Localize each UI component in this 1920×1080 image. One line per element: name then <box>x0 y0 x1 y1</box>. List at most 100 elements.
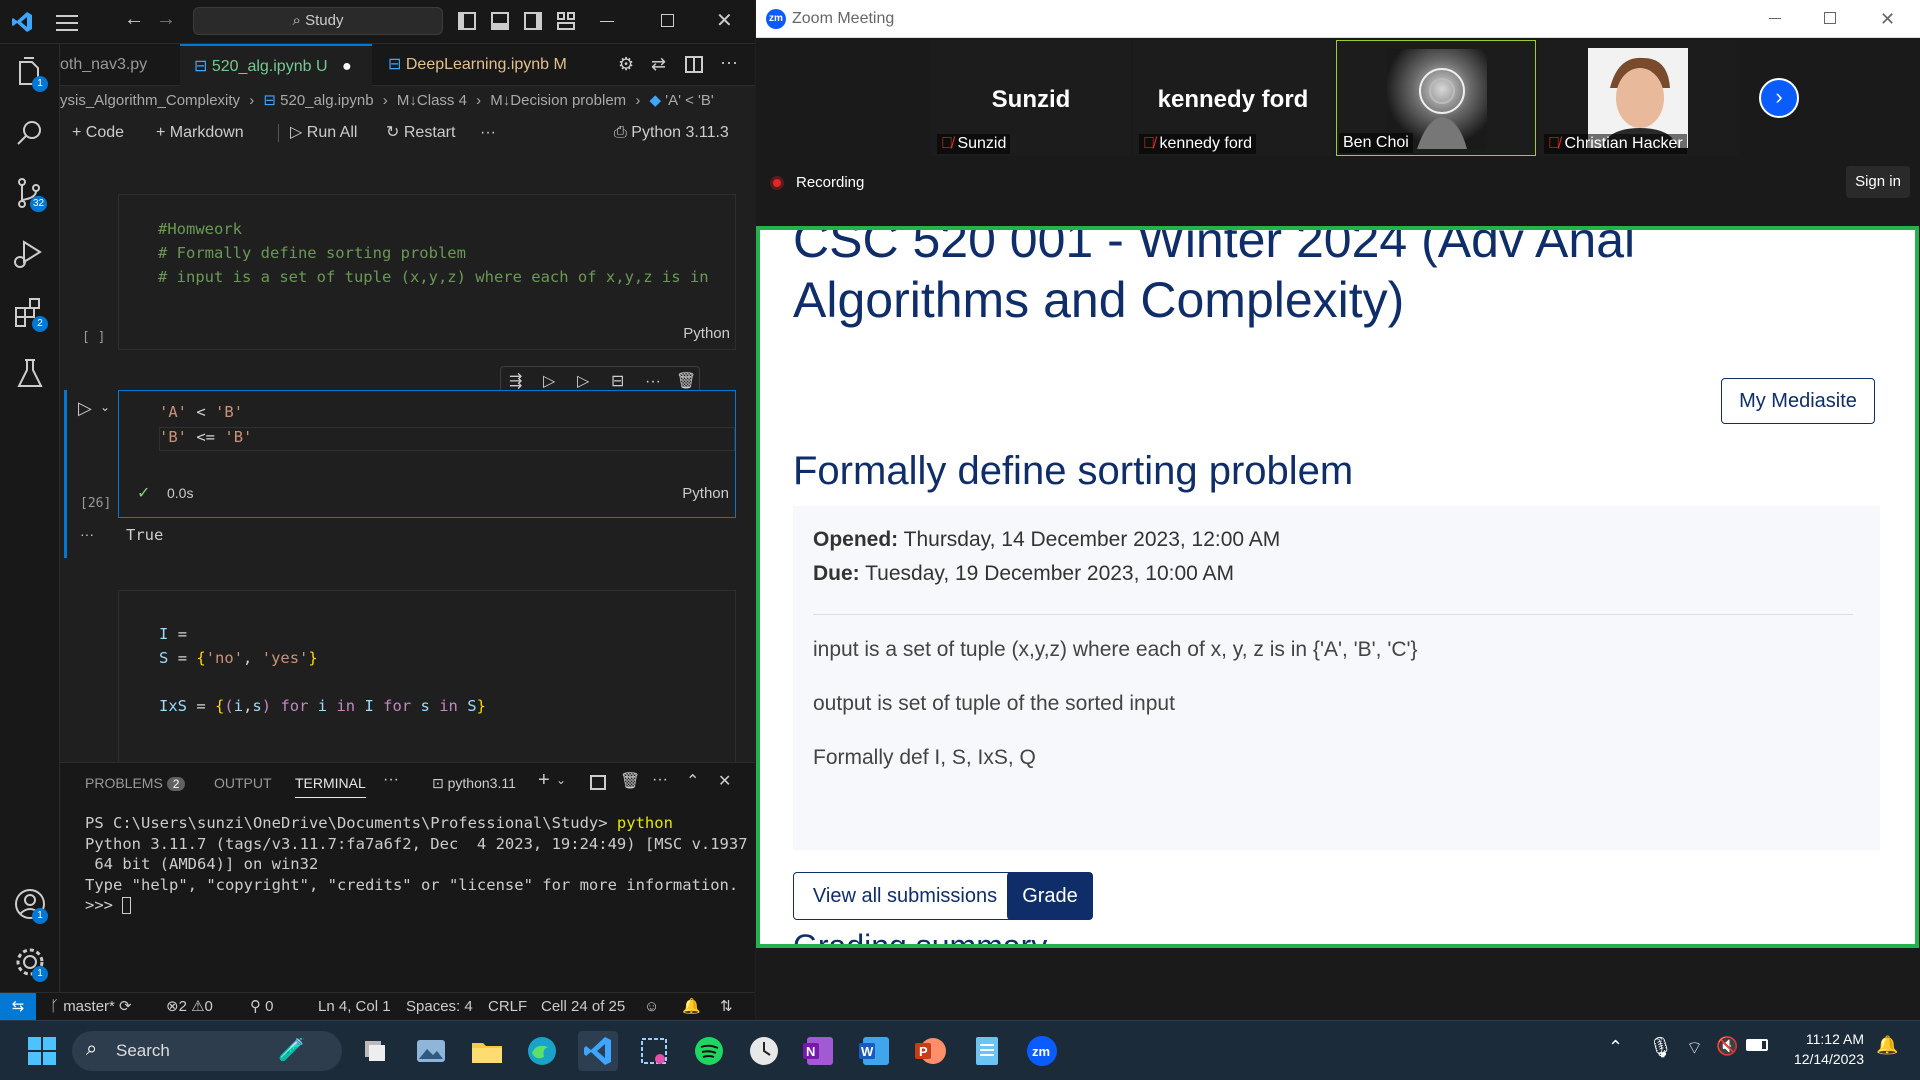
microphone-icon[interactable]: 🎙 <box>1648 1035 1673 1060</box>
code-cell-focused[interactable]: 'A' < 'B' 'B' <= 'B' ✓ 0.0s Python <box>118 390 736 518</box>
zoom-taskbar-icon[interactable]: zm <box>1022 1031 1062 1071</box>
breadcrumb-item[interactable]: 520_alg.ipynb <box>280 92 373 109</box>
windows-start-icon[interactable] <box>22 1031 62 1071</box>
close-icon[interactable]: ✕ <box>716 8 733 33</box>
snipping-tool-icon[interactable] <box>634 1031 674 1071</box>
explorer-icon[interactable]: 1 <box>10 54 50 94</box>
code-line[interactable]: 'B' <= 'B' <box>159 428 252 446</box>
run-cell-icon[interactable]: ▷ <box>78 398 92 419</box>
line-endings[interactable]: CRLF <box>488 993 527 1021</box>
view-all-submissions-button[interactable]: View all submissions <box>793 872 1017 920</box>
run-debug-icon[interactable] <box>10 234 50 274</box>
run-all-button[interactable]: ▷ Run All <box>290 116 357 150</box>
command-center-search[interactable]: ⌕ Study <box>193 7 443 35</box>
participant-tile-active-speaker[interactable]: Ben Choi <box>1336 40 1536 156</box>
unsaved-dot-icon[interactable]: ● <box>342 58 352 75</box>
accounts-icon[interactable]: 1 <box>10 884 50 924</box>
back-arrow-icon[interactable]: ← <box>124 8 144 31</box>
toolbar-more-icon[interactable]: ··· <box>480 116 496 150</box>
new-terminal-plus-icon[interactable]: + <box>538 769 550 792</box>
clock-date[interactable]: 12/14/2023 <box>1784 1051 1864 1067</box>
kernel-settings-gear-icon[interactable]: ⚙ <box>618 54 634 75</box>
vscode-taskbar-icon[interactable] <box>578 1031 618 1071</box>
onenote-icon[interactable]: N <box>799 1031 839 1071</box>
source-control-icon[interactable]: 32 <box>10 174 50 214</box>
manage-gear-icon[interactable]: 1 <box>10 942 50 982</box>
cursor-position[interactable]: Ln 4, Col 1 <box>318 993 391 1021</box>
recording-label[interactable]: Recording <box>796 174 864 191</box>
terminal-more-icon[interactable]: ··· <box>652 771 668 789</box>
code-line[interactable]: # Formally define sorting problem <box>158 244 466 262</box>
copilot-icon[interactable]: ☺ <box>644 993 659 1021</box>
tab-oth-nav3[interactable]: oth_nav3.py <box>60 44 178 86</box>
toggle-primary-sidebar-icon[interactable] <box>458 12 476 30</box>
sign-in-button[interactable]: Sign in <box>1846 166 1910 198</box>
notification-bell-icon[interactable]: 🔔 <box>1876 1035 1898 1056</box>
maximize-icon[interactable] <box>1824 12 1836 24</box>
word-icon[interactable]: W <box>855 1031 895 1071</box>
minimize-icon[interactable] <box>600 21 614 22</box>
battery-icon[interactable] <box>1746 1039 1768 1051</box>
cell-language[interactable]: Python <box>682 485 729 502</box>
branch-indicator[interactable]: ᚴ master* ⟳ <box>50 993 132 1021</box>
problems-indicator[interactable]: ⊗2 ⚠0 <box>166 993 213 1021</box>
close-panel-icon[interactable]: ✕ <box>718 771 731 791</box>
file-explorer-icon[interactable] <box>467 1031 507 1071</box>
participant-tile[interactable]: 🎙̸ Christian Hacker <box>1538 40 1738 156</box>
menu-icon[interactable] <box>56 12 78 32</box>
task-view-icon[interactable] <box>355 1031 395 1071</box>
grade-button[interactable]: Grade <box>1007 872 1093 920</box>
indentation[interactable]: Spaces: 4 <box>406 993 473 1021</box>
participant-tile[interactable]: Sunzid 🎙̸ Sunzid <box>931 40 1131 156</box>
add-code-cell-button[interactable]: + Code <box>72 116 124 150</box>
notepad-icon[interactable] <box>966 1031 1006 1071</box>
breadcrumb-item[interactable]: 'A' < 'B' <box>665 92 714 109</box>
wifi-icon[interactable]: ⌔ <box>1686 1037 1703 1060</box>
breadcrumb-item[interactable]: M↓Class 4 <box>397 92 467 109</box>
code-line[interactable]: IxS = {(i,s) for i in I for s in S} <box>159 697 486 715</box>
photos-app-icon[interactable] <box>411 1031 451 1071</box>
restart-button[interactable]: ↻ Restart <box>386 116 455 150</box>
code-cell[interactable]: I = S = {'no', 'yes'} IxS = {(i,s) for i… <box>118 590 736 762</box>
tab-520-alg-active[interactable]: ⊟ 520_alg.ipynb U ● <box>180 44 372 86</box>
minimize-icon[interactable] <box>1769 18 1781 19</box>
code-line[interactable]: #Homweork <box>158 220 242 238</box>
clock-app-icon[interactable] <box>744 1031 784 1071</box>
extensions-icon[interactable]: 2 <box>10 294 50 334</box>
split-terminal-icon[interactable] <box>590 775 606 790</box>
next-participants-chevron-icon[interactable]: › <box>1759 78 1799 118</box>
volume-muted-icon[interactable]: 🔇 <box>1716 1036 1738 1057</box>
terminal-instance[interactable]: ⊡ python3.11 <box>432 775 516 792</box>
terminal-output[interactable]: PS C:\Users\sunzi\OneDrive\Documents\Pro… <box>85 813 748 916</box>
breadcrumb-item[interactable]: ysis_Algorithm_Complexity <box>60 92 240 109</box>
remote-indicator-icon[interactable]: ⇆ <box>0 993 36 1021</box>
code-line[interactable]: # input is a set of tuple (x,y,z) where … <box>158 268 730 286</box>
toggle-panel-icon[interactable] <box>491 12 509 30</box>
chevron-down-icon[interactable]: ⌄ <box>100 400 110 414</box>
notifications-bell-icon[interactable]: 🔔 <box>682 993 701 1021</box>
breadcrumb-item[interactable]: M↓Decision problem <box>490 92 626 109</box>
my-mediasite-button[interactable]: My Mediasite <box>1721 378 1875 424</box>
ports-indicator[interactable]: ⚲ 0 <box>250 993 274 1021</box>
split-editor-icon[interactable] <box>685 56 703 73</box>
show-hidden-icons-chevron-icon[interactable]: ⌃ <box>1608 1037 1623 1058</box>
sync-settings-icon[interactable]: ⇅ <box>720 993 733 1021</box>
tab-deeplearning[interactable]: ⊟ DeepLearning.ipynb M <box>374 44 567 86</box>
participant-tile[interactable]: kennedy ford 🎙̸ kennedy ford <box>1133 40 1333 156</box>
forward-arrow-icon[interactable]: → <box>156 8 176 31</box>
edge-browser-icon[interactable] <box>522 1031 562 1071</box>
close-icon[interactable]: ✕ <box>1880 0 1895 38</box>
code-cell[interactable]: #Homweork # Formally define sorting prob… <box>118 194 736 350</box>
code-line[interactable]: 'A' < 'B' <box>159 403 243 421</box>
maximize-icon[interactable] <box>661 14 674 27</box>
output-more-icon[interactable]: ··· <box>80 526 94 542</box>
toggle-secondary-sidebar-icon[interactable] <box>524 12 542 30</box>
compare-changes-icon[interactable]: ⇄ <box>651 54 666 75</box>
terminal-dropdown-icon[interactable]: ⌄ <box>556 773 566 787</box>
tab-output[interactable]: OUTPUT <box>214 775 272 791</box>
more-actions-icon[interactable]: ··· <box>720 52 738 73</box>
panel-more-icon[interactable]: ··· <box>383 771 399 789</box>
cell-indicator[interactable]: Cell 24 of 25 <box>541 993 625 1021</box>
search-view-icon[interactable] <box>10 114 50 154</box>
testing-icon[interactable] <box>10 354 50 394</box>
